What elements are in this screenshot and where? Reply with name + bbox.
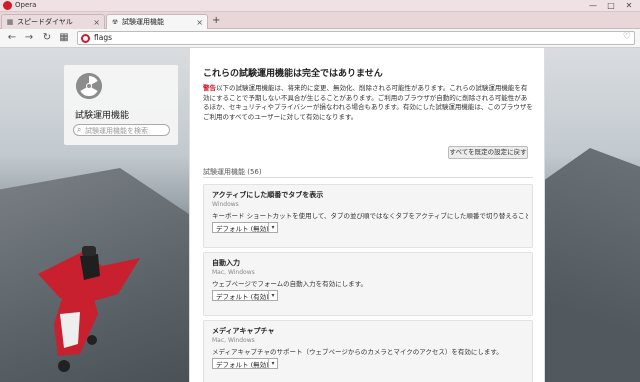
- sidebar-title: 試験運用機能: [75, 111, 130, 121]
- sidebar-card: 試験運用機能 ⌕: [64, 65, 178, 145]
- reload-icon[interactable]: ↻: [41, 32, 53, 44]
- flag-item: アクティブにした順番でタブを表示 Windows キーボード ショートカットを使…: [203, 184, 533, 248]
- tab-label: 試験運用機能: [122, 18, 164, 26]
- background-mountain-right: [540, 148, 640, 382]
- tab-close-icon[interactable]: ×: [93, 18, 100, 27]
- bookmark-heart-icon[interactable]: ♡: [623, 32, 631, 42]
- flag-item: 自動入力 Mac, Windows ウェブページでフォームの自動入力を有効にしま…: [203, 252, 533, 316]
- flag-name: メディアキャプチャ: [212, 327, 275, 335]
- tab-strip: ▦ スピードダイヤル × ☢ 試験運用機能 × +: [0, 12, 640, 29]
- address-bar[interactable]: flags ♡: [77, 31, 635, 45]
- warning-label: 警告: [203, 84, 216, 92]
- flag-select[interactable]: デフォルト (無効) ▾: [212, 358, 278, 369]
- flag-name: アクティブにした順番でタブを表示: [212, 191, 324, 199]
- close-window-button[interactable]: ✕: [620, 0, 638, 11]
- tab-label: スピードダイヤル: [17, 18, 73, 26]
- new-tab-button[interactable]: +: [212, 15, 220, 27]
- flag-select[interactable]: デフォルト (有効) ▾: [212, 290, 278, 301]
- navigation-bar: ← → ↻ ▦ flags ♡: [0, 29, 640, 48]
- maximize-button[interactable]: □: [602, 0, 620, 11]
- app-title: Opera: [15, 1, 37, 9]
- chevron-down-icon: ▾: [268, 359, 277, 368]
- wingsuit-jumper-image: [38, 246, 140, 372]
- flag-description: メディアキャプチャのサポート（ウェブページからのカメラとマイクのアクセス）を有効…: [212, 348, 503, 356]
- back-icon[interactable]: ←: [6, 32, 18, 44]
- flag-select-value: デフォルト (無効): [216, 224, 268, 233]
- chevron-down-icon: ▾: [268, 223, 277, 232]
- warning-body: 以下の試験運用機能は、将来的に変更、無効化、削除される可能性があります。これらの…: [203, 84, 533, 121]
- flag-item: メディアキャプチャ Mac, Windows メディアキャプチャのサポート（ウェ…: [203, 320, 533, 382]
- title-bar: Opera — □ ✕: [0, 0, 640, 12]
- grid-icon: ▦: [6, 18, 14, 26]
- warning-text: 警告以下の試験運用機能は、将来的に変更、無効化、削除される可能性があります。これ…: [203, 84, 533, 122]
- tab-close-icon[interactable]: ×: [196, 18, 203, 27]
- search-input[interactable]: [85, 126, 167, 135]
- opera-logo-icon[interactable]: [3, 1, 12, 10]
- flag-platform: Mac, Windows: [212, 269, 255, 276]
- flag-select[interactable]: デフォルト (無効) ▾: [212, 222, 278, 233]
- chevron-down-icon: ▾: [268, 291, 277, 300]
- flag-select-value: デフォルト (無効): [216, 360, 268, 369]
- radiation-icon: [76, 73, 102, 99]
- flag-select-value: デフォルト (有効): [216, 292, 268, 301]
- speed-dial-icon[interactable]: ▦: [58, 32, 70, 44]
- flag-description: ウェブページでフォームの自動入力を有効にします。: [212, 280, 368, 288]
- forward-icon[interactable]: →: [23, 32, 35, 44]
- flag-platform: Windows: [212, 201, 239, 208]
- page-content: 試験運用機能 ⌕ これらの試験運用機能は完全ではありません 警告以下の試験運用機…: [0, 48, 640, 382]
- minimize-button[interactable]: —: [584, 0, 602, 11]
- window-controls: — □ ✕: [584, 0, 638, 11]
- radiation-icon: ☢: [111, 18, 119, 26]
- flag-name: 自動入力: [212, 259, 240, 267]
- flag-search-box[interactable]: ⌕: [73, 124, 170, 136]
- section-header: 試験運用機能 (56): [203, 168, 262, 176]
- url-text[interactable]: flags: [94, 33, 112, 42]
- opera-badge-icon: [81, 34, 90, 43]
- flag-platform: Mac, Windows: [212, 337, 255, 344]
- divider: [203, 177, 533, 178]
- reset-all-button[interactable]: すべてを既定の設定に戻す: [448, 146, 528, 159]
- tab-speed-dial[interactable]: ▦ スピードダイヤル ×: [1, 14, 105, 29]
- search-icon: ⌕: [77, 125, 82, 134]
- tab-flags[interactable]: ☢ 試験運用機能 ×: [106, 14, 208, 29]
- flag-description: キーボード ショートカットを使用して、タブの並び順ではなくタブをアクティブにした…: [212, 212, 528, 220]
- warning-title: これらの試験運用機能は完全ではありません: [203, 69, 383, 79]
- flags-panel: これらの試験運用機能は完全ではありません 警告以下の試験運用機能は、将来的に変更…: [189, 48, 545, 382]
